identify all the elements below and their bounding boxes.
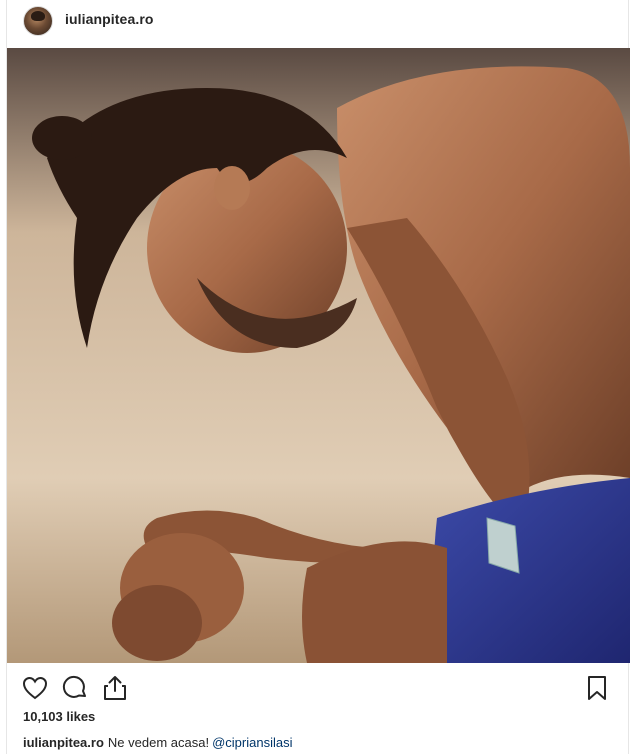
heart-icon[interactable] (21, 674, 49, 702)
likes-count[interactable]: 10,103 likes (23, 709, 95, 724)
caption-mention[interactable]: @cipriansilasi (212, 735, 292, 750)
post-header: iulianpitea.ro (7, 0, 628, 48)
post-username[interactable]: iulianpitea.ro (65, 11, 154, 27)
share-icon[interactable] (101, 674, 129, 702)
caption-text: Ne vedem acasa! (107, 735, 210, 750)
post-photo-illustration (7, 48, 630, 663)
comment-icon[interactable] (61, 674, 89, 702)
post-caption: iulianpitea.ro Ne vedem acasa! @cipriansil… (23, 735, 292, 750)
post-photo[interactable] (7, 48, 630, 663)
post-actions (7, 668, 628, 708)
caption-username[interactable]: iulianpitea.ro (23, 735, 104, 750)
instagram-post-card: iulianpitea.ro 10,103 likes iulianpitea.… (6, 0, 630, 754)
profile-avatar[interactable] (23, 6, 53, 36)
bookmark-icon[interactable] (583, 674, 611, 702)
